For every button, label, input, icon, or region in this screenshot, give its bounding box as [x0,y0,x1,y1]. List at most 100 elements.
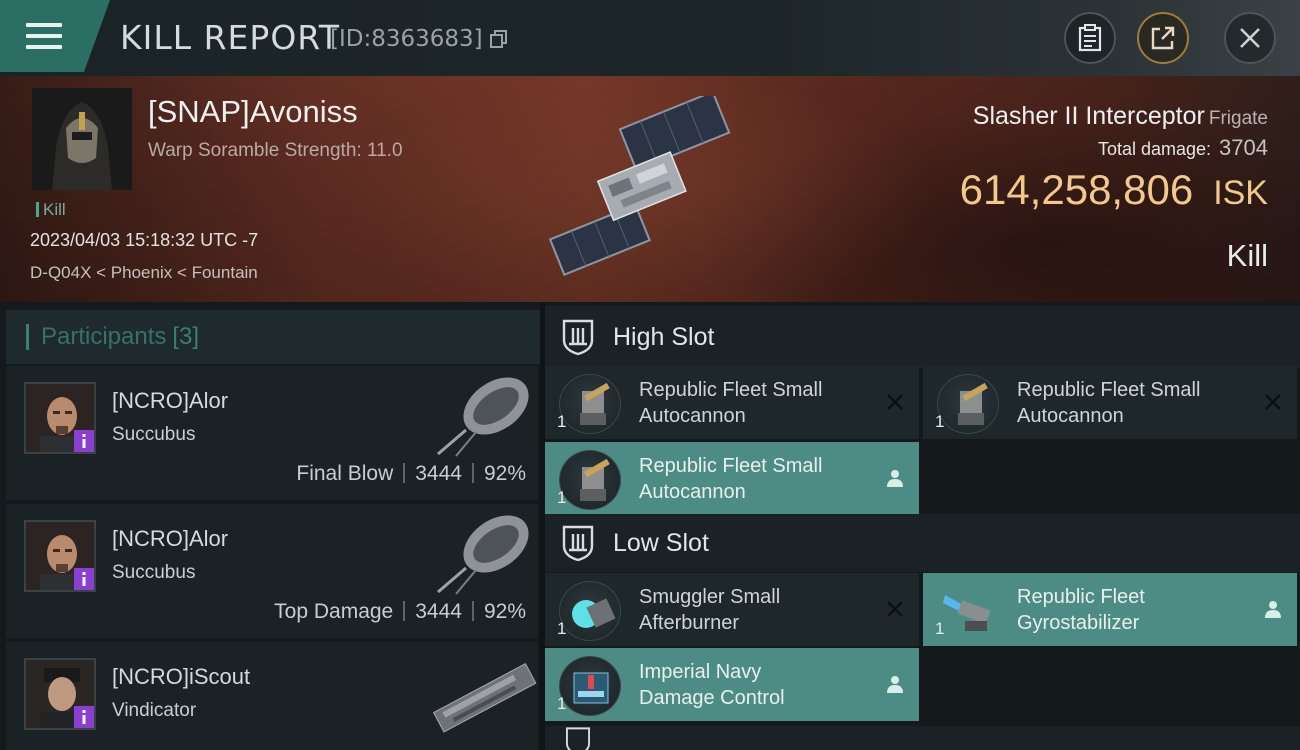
module-name-line2: Autocannon [639,405,746,427]
autocannon-icon [559,450,621,510]
stat-divider [471,601,474,621]
dropped-person-icon [1265,601,1281,618]
victim-name[interactable]: [SNAP]Avoniss [148,94,358,130]
damage-control-icon [559,656,621,716]
autocannon-icon [559,374,621,434]
kill-location[interactable]: D-Q04X < Phoenix < Fountain [30,263,258,283]
report-id: [ID:8363683] [330,26,483,52]
menu-button[interactable] [0,0,110,72]
high-slot-icon [562,319,594,356]
dropped-person-icon [887,470,903,487]
stat-divider [403,463,406,483]
participants-panel: Participants [3] [NCRO]Alor Succubus Fin… [0,302,540,750]
module-item[interactable]: 1 Imperial Navy Damage Control [545,648,919,721]
victim-ship-image [548,96,731,276]
top-bar: KILL REPORT [ID:8363683] [0,0,1300,76]
participant-row[interactable]: [NCRO]Alor Succubus Final Blow 3444 92% [6,366,538,500]
stat-divider [471,463,474,483]
person-badge-icon [74,430,94,452]
isk-value: 614,258,806 [959,166,1194,213]
afterburner-icon [559,581,621,641]
slot-icon [566,727,590,750]
module-item[interactable]: 1 Republic Fleet Small Autocannon [923,366,1297,439]
copy-icon[interactable] [490,30,508,48]
isk-unit: ISK [1213,174,1268,212]
participant-name[interactable]: [NCRO]Alor [112,388,228,414]
participant-ship: Succubus [112,424,196,445]
module-name: Republic Fleet Small Autocannon [639,377,822,429]
participant-percent: 92% [483,600,526,623]
module-name-line2: Afterburner [639,612,740,634]
victim-subtitle: Warp Soramble Strength: 11.0 [148,140,403,161]
participant-role: Top Damage [274,600,394,623]
module-name: Republic Fleet Small Autocannon [1017,377,1200,429]
ship-class: Frigate [1208,108,1268,129]
module-quantity: 1 [935,412,945,431]
module-name: Republic Fleet Gyrostabilizer [1017,584,1145,636]
module-name-line1: Republic Fleet Small [639,379,823,401]
report-button[interactable] [1064,12,1116,64]
fitting-panel: High Slot 1 Republic Fleet Small Autocann… [545,302,1300,750]
participant-percent: 92% [483,462,526,485]
high-slot-header: High Slot [545,306,1300,368]
module-name-line2: Gyrostabilizer [1017,612,1140,634]
participants-header[interactable]: Participants [3] [6,310,540,364]
participant-ship-image [437,515,529,595]
high-slot-title: High Slot [613,322,715,351]
ship-title: Slasher II Interceptor Frigate [973,102,1268,131]
participant-damage: 3444 [415,462,462,485]
destroyed-icon [887,394,903,410]
low-slot-header: Low Slot [545,514,1300,572]
low-slot-icon [562,525,594,562]
participant-role: Final Blow [296,462,394,485]
module-quantity: 1 [557,412,567,431]
module-quantity: 1 [935,619,945,638]
kill-tag: Kill [36,200,66,220]
destroyed-icon [1265,394,1281,410]
total-damage-label: Total damage: [1097,139,1212,159]
person-badge-icon [74,706,94,728]
ship-name[interactable]: Slasher II Interceptor [973,102,1205,130]
participants-title: Participants [41,323,167,350]
module-name-line1: Republic Fleet [1017,586,1145,608]
participant-stats: Top Damage 3444 92% [274,600,526,624]
participants-count: [3] [172,323,200,350]
participant-damage: 3444 [415,600,462,623]
stat-divider [403,601,406,621]
hamburger-icon [26,23,62,49]
module-item[interactable]: 1 Republic Fleet Small Autocannon [545,366,919,439]
autocannon-icon [937,374,999,434]
module-name: Imperial Navy Damage Control [639,659,785,711]
module-item[interactable]: 1 Republic Fleet Small Autocannon [545,442,919,515]
share-button[interactable] [1137,12,1189,64]
victim-avatar[interactable] [32,88,132,190]
module-name-line2: Damage Control [639,687,785,709]
dropped-person-icon [887,676,903,693]
destroyed-icon [887,601,903,617]
isk-value-line: 614,258,806 ISK [960,166,1268,214]
module-name-line1: Republic Fleet Small [1017,379,1201,401]
total-damage: Total damage: 3704 [1098,135,1268,161]
page-title: KILL REPORT [120,18,340,57]
module-name-line1: Smuggler Small [639,586,781,608]
participant-ship-image [432,663,537,733]
module-item[interactable]: 1 Republic Fleet Gyrostabilizer [923,573,1297,646]
module-name-line1: Imperial Navy [639,661,762,683]
participant-row[interactable]: [NCRO]Alor Succubus Top Damage 3444 92% [6,504,538,638]
participant-ship: Vindicator [112,700,197,721]
result-label: Kill [1226,238,1268,273]
module-name: Smuggler Small Afterburner [639,584,780,636]
module-quantity: 1 [557,619,567,638]
close-button[interactable] [1224,12,1276,64]
close-icon [1240,28,1260,48]
module-item[interactable]: 1 Smuggler Small Afterburner [545,573,919,646]
person-badge-icon [74,568,94,590]
participant-name[interactable]: [NCRO]Alor [112,526,228,552]
participant-row[interactable]: [NCRO]iScout Vindicator [6,642,538,750]
gyrostabilizer-icon [937,581,999,641]
low-slot-title: Low Slot [613,528,709,557]
participant-name[interactable]: [NCRO]iScout [112,664,250,690]
participant-ship-image [437,377,529,457]
participant-stats: Final Blow 3444 92% [296,462,526,486]
kill-banner: [SNAP]Avoniss Warp Soramble Strength: 11… [0,76,1300,302]
